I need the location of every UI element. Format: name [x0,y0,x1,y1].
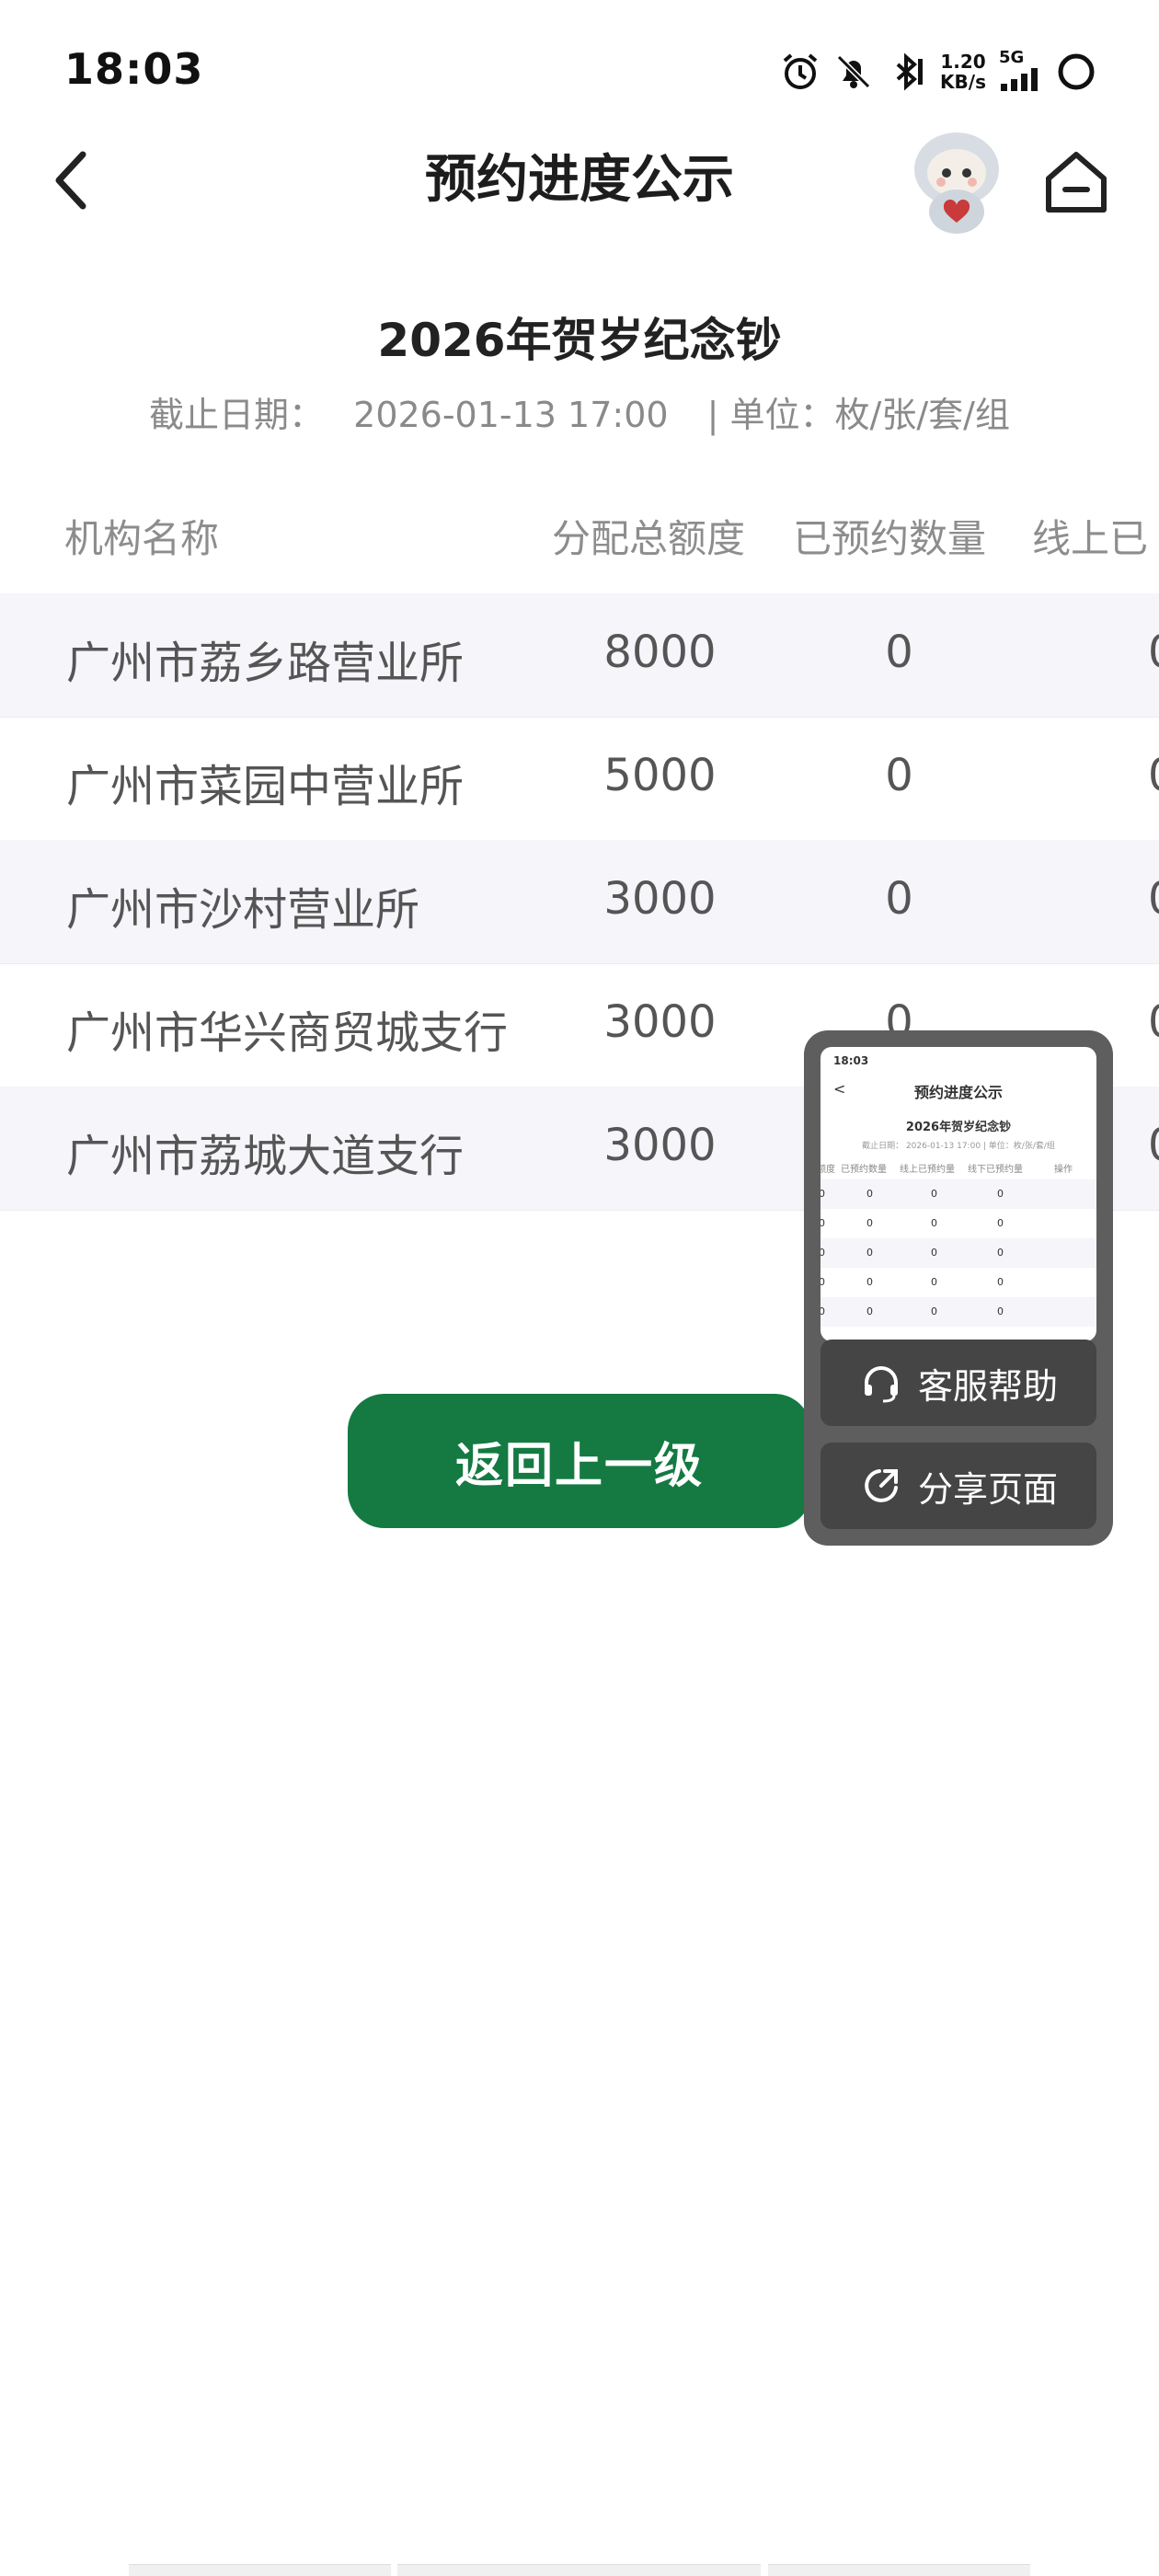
headset-icon [864,1366,898,1403]
bottom-bar-fragment [397,2564,761,2576]
table-row: 广州市荔乡路营业所 8000 0 0 [0,593,1159,718]
org-name: 广州市荔城大道支行 [66,1131,465,1182]
quota-value: 3000 [603,1120,717,1171]
thumb-row: 0 0 0 0 [820,1276,1004,1288]
floating-share-panel: 18:03 < 预约进度公示 2026年贺岁纪念钞 截止日期： 2026-01-… [804,1030,1113,1546]
thumb-row: 0 0 0 0 [820,1217,1004,1229]
return-button[interactable]: 返回上一级 [348,1394,811,1528]
org-name: 广州市华兴商贸城支行 [66,1007,509,1059]
page-thumbnail[interactable]: 18:03 < 预约进度公示 2026年贺岁纪念钞 截止日期： 2026-01-… [820,1047,1096,1341]
thumb-row: 0 0 0 0 [820,1238,1096,1268]
customer-service-label: 客服帮助 [917,1365,1058,1407]
online-value: 0 [1148,1120,1159,1171]
chevron-left-icon [55,151,86,210]
thumb-row: 0 0 0 0 [820,1297,1096,1327]
table-row: 广州市菜园中营业所 5000 0 0 [0,717,1159,841]
home-icon [1046,152,1107,213]
thumb-subtitle: 2026年贺岁纪念钞 [905,1121,1012,1134]
booked-value: 0 [885,873,913,925]
thumb-cutoff: 截止日期： 2026-01-13 17:00 | 单位：枚/张/套/组 [862,1142,1055,1151]
bottom-bar-fragment [768,2564,1030,2576]
network-type: 5G [999,48,1043,96]
table-row: 广州市沙村营业所 3000 0 0 [0,840,1159,964]
customer-service-button[interactable]: 客服帮助 [820,1340,1096,1426]
share-icon [865,1469,898,1502]
online-value: 0 [1148,873,1159,925]
online-value: 0 [1148,750,1159,801]
unit-text: | 单位：枚/张/套/组 [706,395,1010,435]
net-speed: 1.20 KB/s [940,51,986,93]
quota-value: 5000 [603,750,717,801]
battery-ring-icon [1056,52,1096,92]
bell-muted-icon [833,52,874,92]
col-booked: 已预约数量 [793,516,987,561]
thumb-title: 预约进度公示 [913,1084,1003,1101]
col-org-name: 机构名称 [64,516,220,561]
online-value: 0 [1148,627,1159,678]
bottom-bar-fragment [129,2564,391,2576]
cutoff-label: 截止日期： [149,395,325,435]
col-quota: 分配总额度 [552,516,746,561]
table-header: 机构名称 分配总额度 已预约数量 线上已 [0,497,1159,580]
booked-value: 0 [885,750,913,801]
thumb-table-header: 额度 已预约数量 线上已预约量 线下已预约量 操作 [820,1165,1073,1175]
online-value: 0 [1148,996,1159,1048]
cutoff-value: 2026-01-13 17:00 [353,395,669,435]
mascot-avatar[interactable] [906,127,1007,236]
col-online: 线上已 [1032,516,1149,561]
event-title: 2026年贺岁纪念钞 [377,314,782,367]
status-time: 18:03 [64,44,204,94]
thumb-time: 18:03 [833,1054,869,1067]
share-page-button[interactable]: 分享页面 [820,1443,1096,1529]
org-name: 广州市菜园中营业所 [66,761,465,812]
home-button[interactable] [1041,147,1111,217]
org-name: 广州市沙村营业所 [66,884,420,936]
quota-value: 3000 [603,873,717,925]
share-page-label: 分享页面 [917,1468,1058,1510]
status-icons: 1.20 KB/s 5G [780,44,1096,99]
alarm-icon [780,52,820,92]
quota-value: 3000 [603,996,717,1048]
thumb-row: 0 0 0 0 [820,1179,1096,1209]
signal-icon [1001,68,1038,91]
bluetooth-icon [887,52,927,92]
quota-value: 8000 [603,627,717,678]
booked-value: 0 [885,627,913,678]
back-button[interactable] [46,145,101,215]
org-name: 广州市荔乡路营业所 [66,638,465,689]
cutoff-info: 截止日期： 2026-01-13 17:00 | 单位：枚/张/套/组 [0,386,1159,437]
